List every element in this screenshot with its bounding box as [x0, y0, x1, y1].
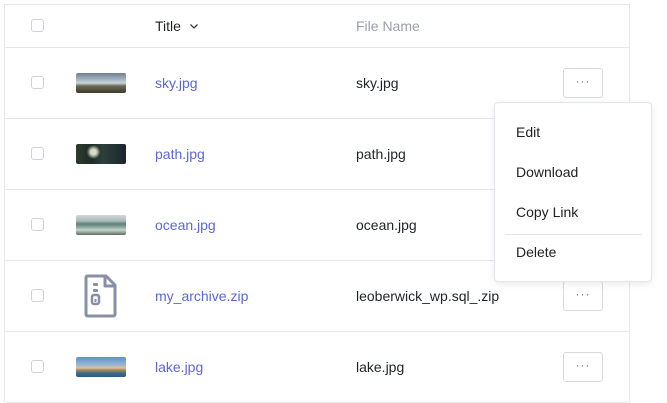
menu-item-delete[interactable]: Delete [516, 244, 556, 260]
sky-image-thumbnail [76, 73, 126, 93]
file-title-link[interactable]: my_archive.zip [155, 288, 248, 304]
file-title-link[interactable]: sky.jpg [155, 75, 198, 91]
menu-item-download[interactable]: Download [516, 164, 578, 180]
title-column-header[interactable]: Title [155, 18, 199, 34]
more-actions-button[interactable]: ··· [563, 281, 603, 311]
ocean-image-thumbnail [76, 215, 126, 235]
row-checkbox[interactable] [31, 360, 44, 373]
row-actions-menu: Edit Download Copy Link Delete [494, 102, 652, 282]
menu-item-copy-link[interactable]: Copy Link [516, 204, 578, 220]
file-title-link[interactable]: ocean.jpg [155, 217, 216, 233]
file-name: sky.jpg [356, 75, 399, 91]
table-row: lake.jpg lake.jpg ··· [5, 332, 629, 403]
more-actions-button[interactable]: ··· [563, 68, 603, 98]
row-checkbox[interactable] [31, 218, 44, 231]
table-header: Title File Name [5, 5, 629, 48]
menu-item-edit[interactable]: Edit [516, 124, 540, 140]
menu-divider [505, 234, 642, 235]
row-checkbox[interactable] [31, 147, 44, 160]
lake-image-thumbnail [76, 357, 126, 377]
row-checkbox[interactable] [31, 289, 44, 302]
row-checkbox[interactable] [31, 76, 44, 89]
document-zip-icon [84, 274, 117, 318]
file-name-column-header: File Name [356, 18, 420, 34]
file-name: path.jpg [356, 146, 406, 162]
select-all-checkbox[interactable] [31, 19, 44, 32]
file-name: leoberwick_wp.sql_.zip [356, 288, 500, 304]
path-image-thumbnail [76, 144, 126, 164]
title-column-label: Title [155, 18, 181, 34]
file-title-link[interactable]: path.jpg [155, 146, 205, 162]
file-name: ocean.jpg [356, 217, 417, 233]
file-name: lake.jpg [356, 359, 405, 375]
more-actions-button[interactable]: ··· [563, 352, 603, 382]
chevron-down-icon [189, 24, 198, 29]
file-title-link[interactable]: lake.jpg [155, 359, 203, 375]
